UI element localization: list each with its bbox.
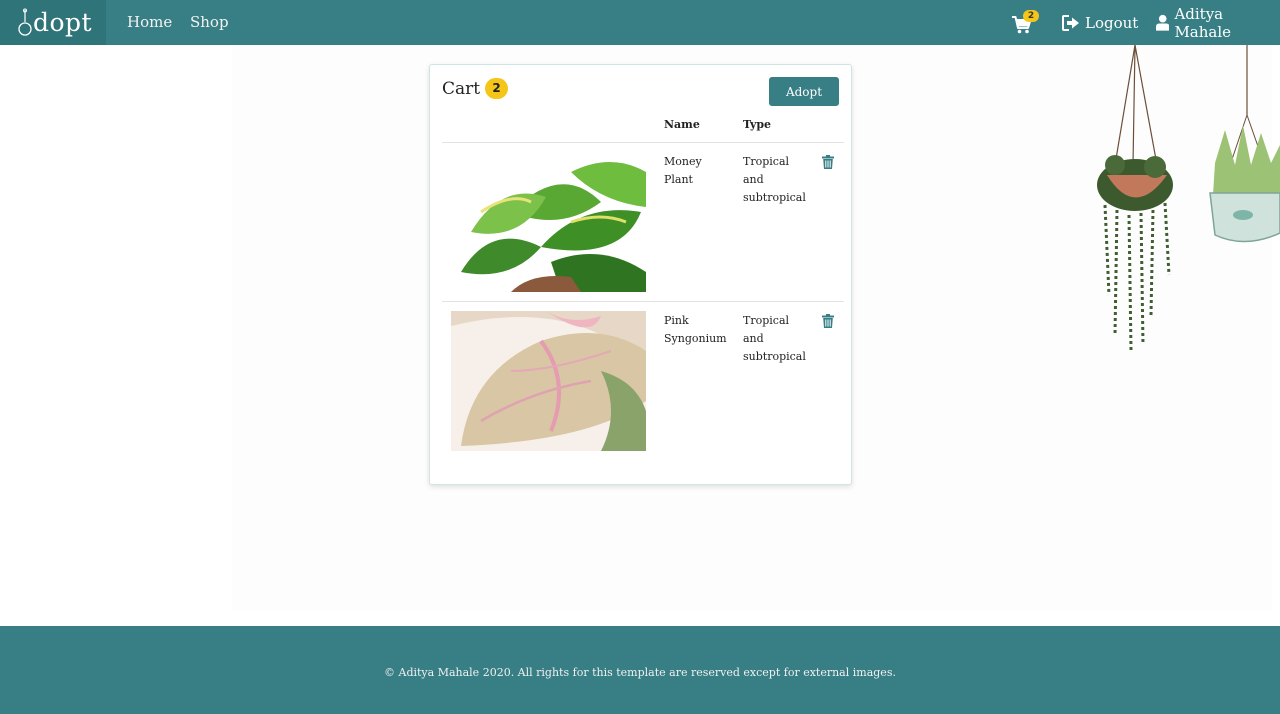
cart-card: Cart 2 Adopt Name Type Money Plant Tropi… bbox=[429, 64, 852, 485]
nav-shop-link[interactable]: Shop bbox=[190, 13, 229, 31]
footer: © Aditya Mahale 2020. All rights for thi… bbox=[0, 626, 1280, 714]
cart-item-count-badge: 2 bbox=[485, 78, 509, 99]
cart-row: Pink Syngonium Tropical and subtropical bbox=[442, 302, 844, 461]
logout-label: Logout bbox=[1085, 13, 1139, 32]
navbar: dopt Home Shop 2 Logout Aditya Mahale bbox=[0, 0, 1280, 45]
user-icon bbox=[1156, 14, 1170, 31]
logout-icon bbox=[1062, 14, 1079, 31]
item-name-line: Syngonium bbox=[664, 332, 727, 345]
cart-title-text: Cart bbox=[442, 78, 481, 99]
item-type-line: subtropical bbox=[743, 350, 806, 363]
delete-icon[interactable] bbox=[822, 155, 834, 169]
user-menu[interactable]: Aditya Mahale bbox=[1156, 0, 1280, 45]
item-type-line: Tropical bbox=[743, 314, 790, 327]
cart-title: Cart 2 bbox=[442, 78, 509, 99]
item-type: Tropical and subtropical bbox=[743, 312, 817, 366]
item-name-line: Money bbox=[664, 155, 702, 168]
item-type: Tropical and subtropical bbox=[743, 153, 817, 207]
item-name-line: Plant bbox=[664, 173, 693, 186]
pink-syngonium-image bbox=[451, 311, 646, 451]
brand-text: dopt bbox=[33, 8, 93, 37]
footer-copyright: © Aditya Mahale 2020. All rights for thi… bbox=[384, 666, 896, 679]
hanging-plants-illustration bbox=[1097, 45, 1280, 351]
item-name: Money Plant bbox=[664, 153, 734, 189]
cart-count-badge: 2 bbox=[1023, 10, 1039, 22]
item-type-line: and bbox=[743, 173, 764, 186]
column-header-type: Type bbox=[743, 118, 772, 131]
bulb-icon bbox=[18, 8, 32, 36]
adopt-button[interactable]: Adopt bbox=[769, 77, 839, 106]
brand-logo[interactable]: dopt bbox=[0, 0, 106, 45]
nav-home-link[interactable]: Home bbox=[127, 13, 172, 31]
item-type-line: and bbox=[743, 332, 764, 345]
cart-row: Money Plant Tropical and subtropical bbox=[442, 143, 844, 302]
column-header-name: Name bbox=[664, 118, 700, 131]
item-name: Pink Syngonium bbox=[664, 312, 734, 348]
money-plant-image bbox=[451, 152, 646, 292]
item-type-line: Tropical bbox=[743, 155, 790, 168]
user-name: Aditya Mahale bbox=[1174, 4, 1232, 41]
cart-button[interactable]: 2 bbox=[1012, 10, 1042, 36]
delete-icon[interactable] bbox=[822, 314, 834, 328]
item-type-line: subtropical bbox=[743, 191, 806, 204]
logout-link[interactable]: Logout bbox=[1062, 0, 1138, 45]
item-name-line: Pink bbox=[664, 314, 689, 327]
